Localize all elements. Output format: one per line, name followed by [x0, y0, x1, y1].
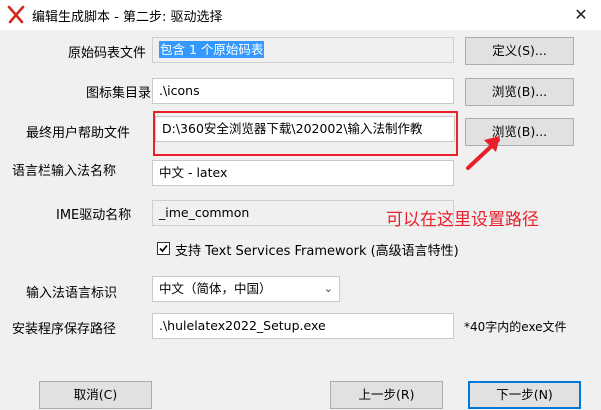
define-button[interactable]: 定义(S)...: [465, 37, 574, 65]
window-title: 编辑生成脚本 - 第二步: 驱动选择: [32, 10, 223, 25]
help-file-label: 最终用户帮助文件: [26, 126, 131, 141]
setup-path-hint: *40字内的exe文件: [464, 320, 567, 334]
prev-button[interactable]: 上一步(R): [330, 381, 443, 409]
langbar-name-label: 语言栏输入法名称: [12, 164, 117, 179]
icon-dir-input[interactable]: .\icons: [152, 78, 454, 104]
annotation-text: 可以在这里设置路径: [386, 210, 539, 230]
title-bar: 编辑生成脚本 - 第二步: 驱动选择 ✕: [0, 0, 601, 30]
tsf-checkbox[interactable]: [157, 242, 170, 255]
lang-id-select[interactable]: 中文（简体，中国） ⌄: [152, 276, 340, 302]
lang-id-label: 输入法语言标识: [26, 286, 118, 301]
cancel-button[interactable]: 取消(C): [39, 381, 152, 409]
tsf-label[interactable]: 支持 Text Services Framework (高级语言特性): [175, 240, 459, 259]
setup-path-label: 安装程序保存路径: [12, 322, 117, 337]
source-table-label: 原始码表文件: [68, 46, 147, 61]
langbar-name-input[interactable]: 中文 - latex: [152, 160, 454, 186]
source-table-field[interactable]: 包含 1 个原始码表: [152, 37, 454, 63]
lang-id-value: 中文（简体，中国）: [159, 281, 272, 296]
checkmark-icon: [159, 244, 168, 253]
next-button[interactable]: 下一步(N): [468, 381, 581, 409]
ime-driver-label: IME驱动名称: [56, 208, 132, 223]
setup-path-input[interactable]: .\hulelatex2022_Setup.exe: [152, 313, 454, 339]
source-table-value: 包含 1 个原始码表: [159, 41, 265, 58]
help-file-input[interactable]: D:\360安全浏览器下载\202002\输入法制作教: [155, 116, 455, 142]
chevron-down-icon: ⌄: [323, 282, 333, 295]
app-icon: [7, 5, 25, 24]
icon-dir-label: 图标集目录: [86, 86, 152, 101]
red-arrow-icon: [466, 136, 500, 170]
browse-icon-dir-button[interactable]: 浏览(B)...: [465, 78, 574, 106]
close-button[interactable]: ✕: [561, 0, 601, 30]
